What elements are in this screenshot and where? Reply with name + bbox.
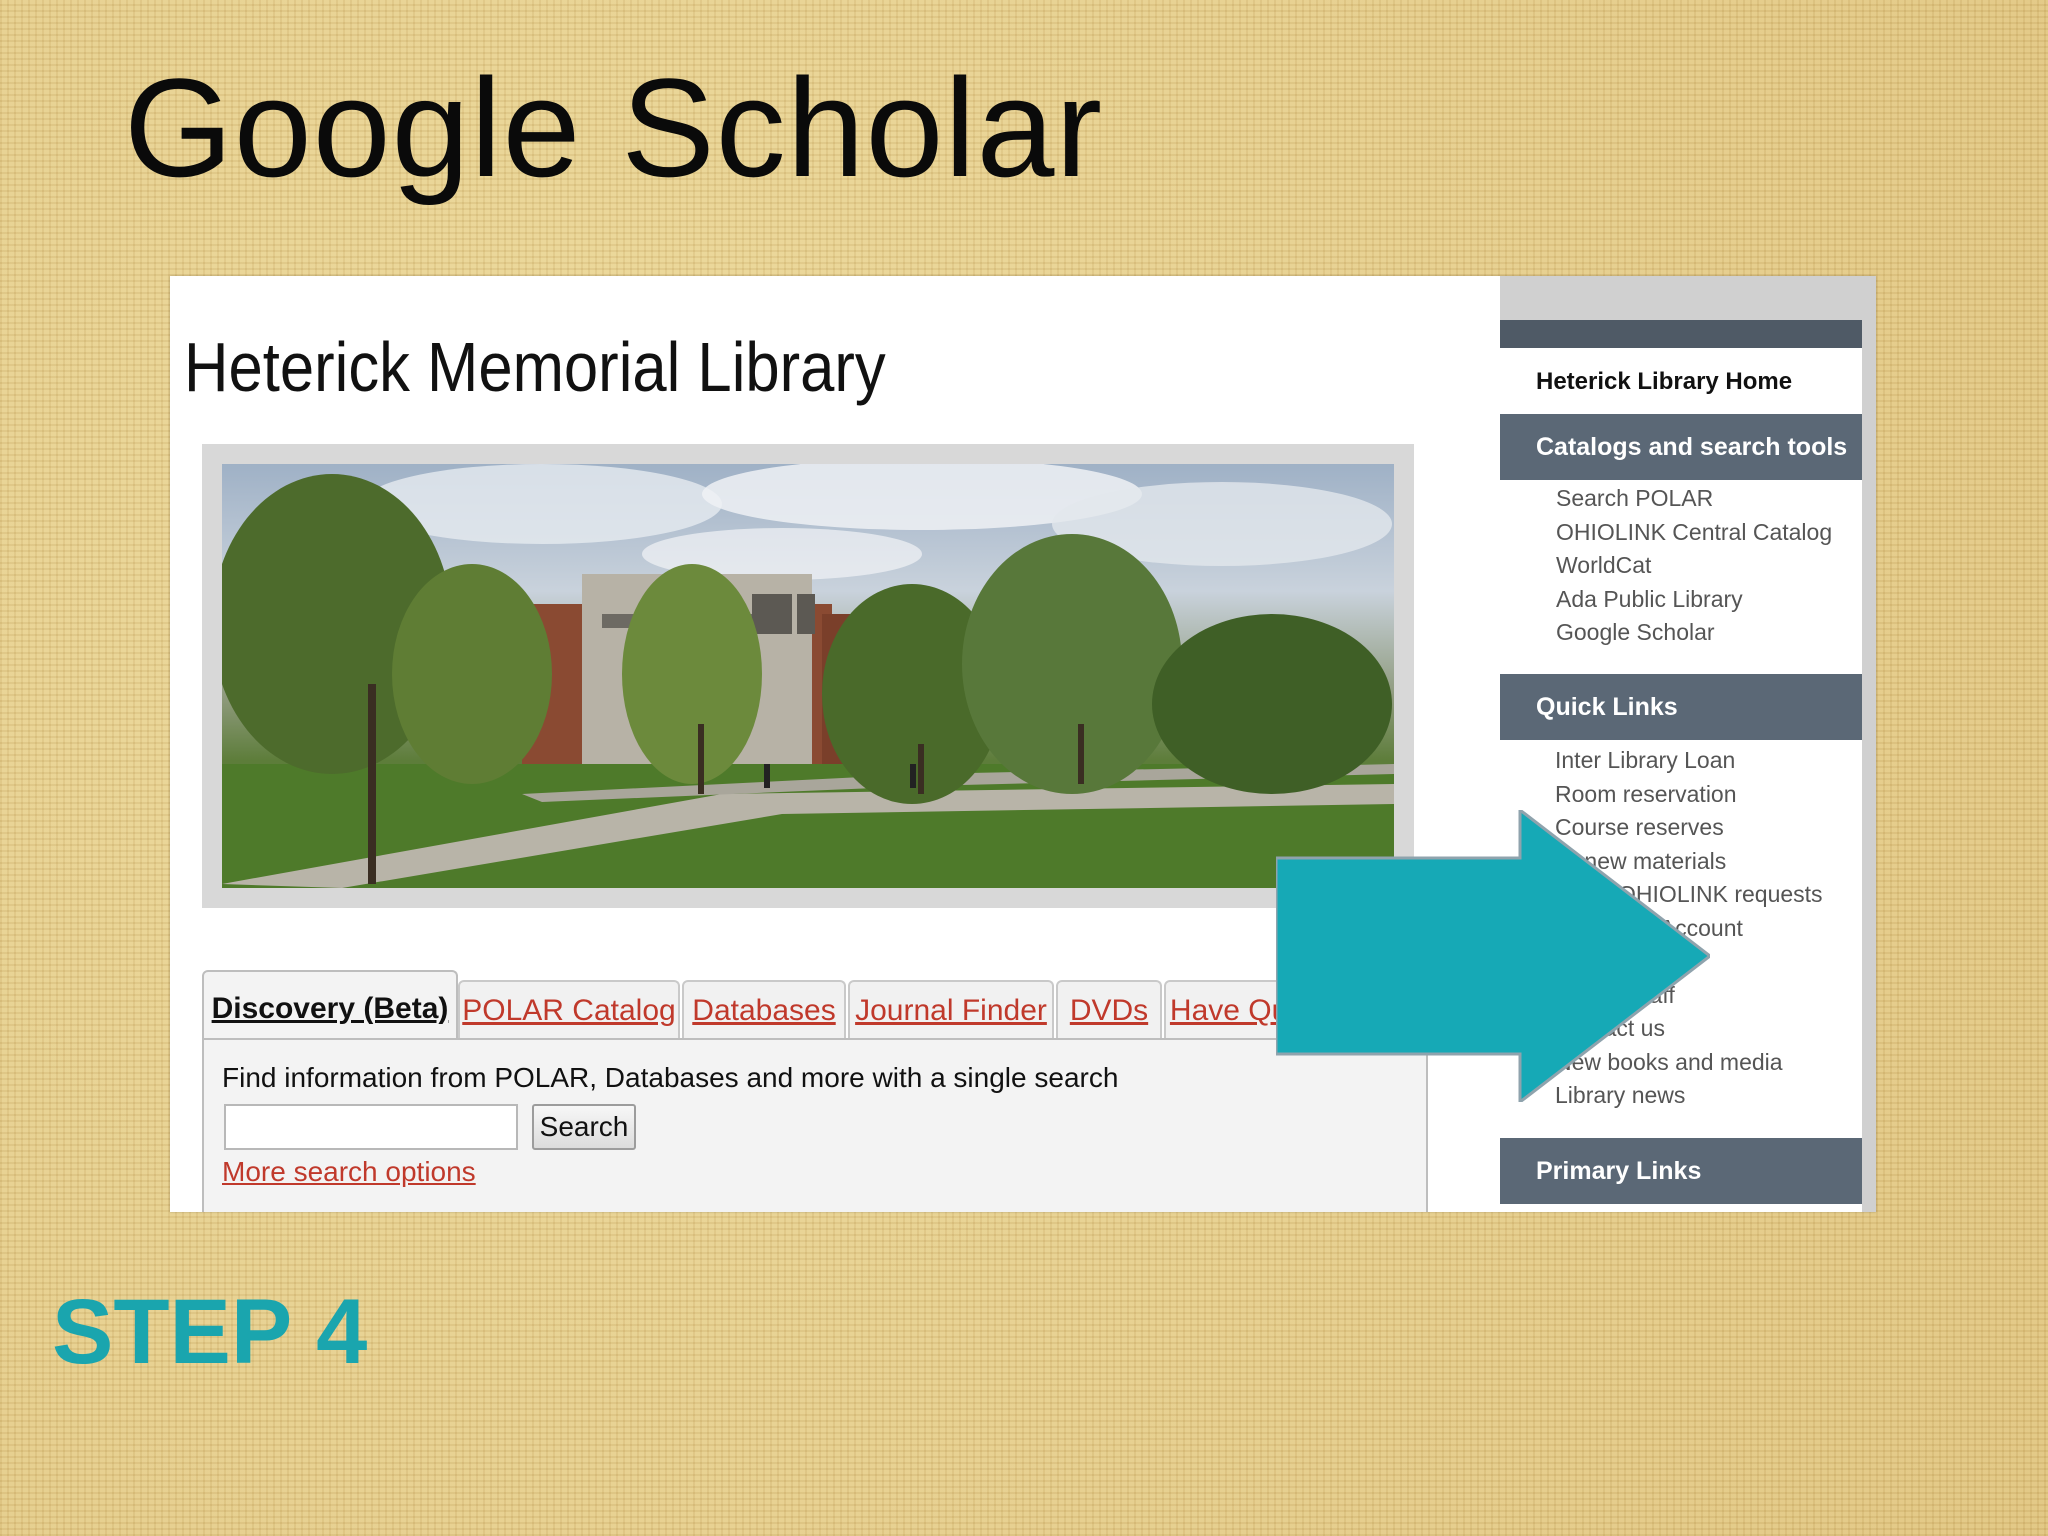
sidebar-home-link[interactable]: Heterick Library Home bbox=[1536, 368, 1792, 396]
campus-library-photo bbox=[222, 464, 1394, 888]
sidebar-top-bar bbox=[1500, 320, 1862, 348]
tab-databases[interactable]: Databases bbox=[682, 980, 846, 1040]
catalogs-list: Search POLAR OHIOLINK Central Catalog Wo… bbox=[1556, 482, 1832, 650]
primary-links-header: Primary Links bbox=[1500, 1138, 1862, 1204]
search-panel: Find information from POLAR, Databases a… bbox=[202, 1038, 1428, 1212]
tab-discovery[interactable]: Discovery (Beta) bbox=[202, 970, 458, 1042]
step-label: STEP 4 bbox=[52, 1281, 368, 1383]
right-arrow-icon bbox=[1276, 810, 1710, 1102]
tab-polar-catalog[interactable]: POLAR Catalog bbox=[458, 980, 680, 1040]
sidebar-item-worldcat[interactable]: WorldCat bbox=[1556, 549, 1832, 583]
site-title: Heterick Memorial Library bbox=[184, 328, 886, 406]
tab-journal-finder[interactable]: Journal Finder bbox=[848, 980, 1054, 1040]
sidebar-item-ada-public-library[interactable]: Ada Public Library bbox=[1556, 583, 1832, 617]
search-input[interactable] bbox=[224, 1104, 518, 1150]
search-button[interactable]: Search bbox=[532, 1104, 636, 1150]
slide-title: Google Scholar bbox=[124, 49, 1104, 206]
library-website-screenshot: Heterick Memorial Library Discovery (Bet… bbox=[170, 276, 1876, 1212]
more-search-options-link[interactable]: More search options bbox=[222, 1156, 476, 1188]
search-description: Find information from POLAR, Databases a… bbox=[222, 1062, 1119, 1093]
tab-dvds[interactable]: DVDs bbox=[1056, 980, 1162, 1040]
sidebar-item-google-scholar[interactable]: Google Scholar bbox=[1556, 616, 1832, 650]
quick-links-header: Quick Links bbox=[1500, 674, 1862, 740]
sidebar-item-search-polar[interactable]: Search POLAR bbox=[1556, 482, 1832, 516]
sidebar-item-ohiolink-central-catalog[interactable]: OHIOLINK Central Catalog bbox=[1556, 516, 1832, 550]
sidebar-item-inter-library-loan[interactable]: Inter Library Loan bbox=[1555, 744, 1823, 778]
campus-photo-frame bbox=[202, 444, 1414, 908]
sidebar-item-room-reservation[interactable]: Room reservation bbox=[1555, 778, 1823, 812]
catalogs-header: Catalogs and search tools bbox=[1500, 414, 1862, 480]
